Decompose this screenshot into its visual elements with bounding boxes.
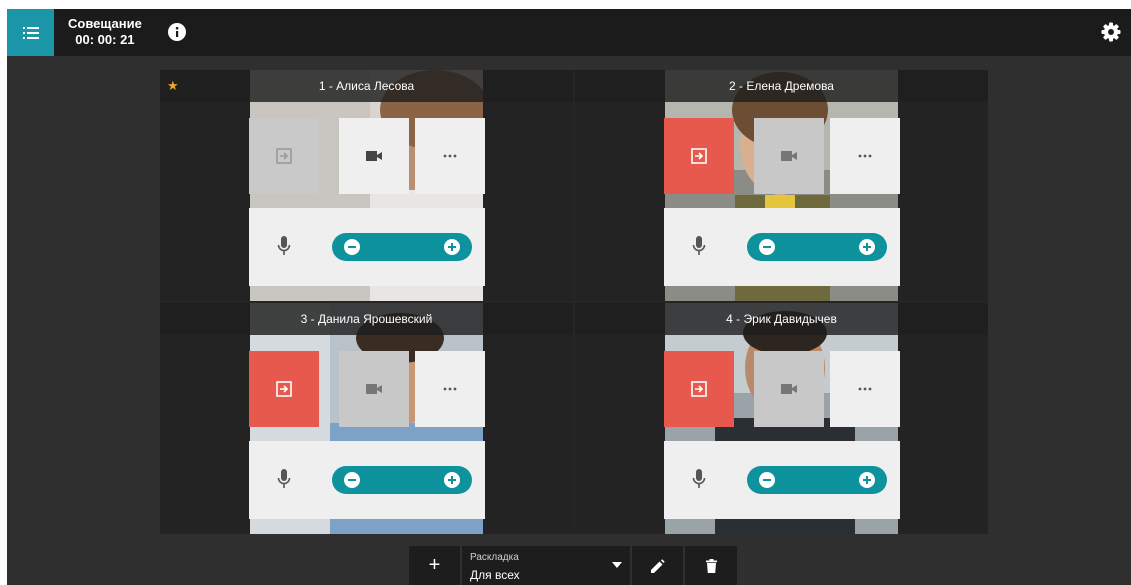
video-camera-icon <box>781 151 797 161</box>
list-menu-icon <box>22 26 39 39</box>
volume-down-icon[interactable] <box>759 472 775 488</box>
layout-select[interactable]: Раскладка Для всех <box>462 546 630 585</box>
exit-icon <box>276 148 292 164</box>
audio-panel <box>249 441 485 519</box>
add-layout-button[interactable]: + <box>409 546 460 585</box>
exit-button[interactable] <box>664 351 734 427</box>
menu-button[interactable] <box>7 9 54 56</box>
volume-up-icon[interactable] <box>859 472 875 488</box>
more-dots-icon <box>443 387 457 391</box>
microphone-icon[interactable] <box>277 469 291 489</box>
audio-panel <box>664 441 900 519</box>
volume-control[interactable] <box>747 233 887 261</box>
participant-name: 3 - Данила Ярошевский <box>300 312 433 326</box>
top-bar: Совещание 00: 00: 21 <box>7 9 1131 56</box>
exit-button[interactable] <box>249 118 319 194</box>
volume-down-icon[interactable] <box>344 472 360 488</box>
exit-icon <box>691 148 707 164</box>
participant-name: 2 - Елена Дремова <box>729 79 834 93</box>
microphone-icon[interactable] <box>692 469 706 489</box>
layout-select-label: Раскладка <box>470 552 519 563</box>
exit-button[interactable] <box>664 118 734 194</box>
chevron-down-icon <box>612 562 622 568</box>
more-dots-icon <box>858 154 872 158</box>
more-options-button[interactable] <box>415 351 485 427</box>
video-camera-icon <box>366 151 382 161</box>
volume-control[interactable] <box>332 466 472 494</box>
participants-grid: 1 - Алиса Лесова ★ 2 - Елена Дремова 3 -… <box>160 70 988 534</box>
volume-down-icon[interactable] <box>344 239 360 255</box>
participant-tile-3[interactable]: 3 - Данила Ярошевский <box>160 303 573 534</box>
delete-layout-button[interactable] <box>685 546 737 585</box>
participant-name-bar: 3 - Данила Ярошевский <box>160 303 573 335</box>
star-icon[interactable]: ★ <box>167 78 179 94</box>
layout-toolbar: + Раскладка Для всех <box>409 546 737 585</box>
video-button[interactable] <box>339 351 409 427</box>
volume-control[interactable] <box>332 233 472 261</box>
more-options-button[interactable] <box>830 351 900 427</box>
participant-name-bar: 4 - Эрик Давидычев <box>575 303 988 335</box>
pencil-icon <box>650 558 665 573</box>
video-button[interactable] <box>339 118 409 194</box>
participant-name: 1 - Алиса Лесова <box>318 79 415 93</box>
settings-icon[interactable] <box>1101 22 1121 42</box>
audio-panel <box>664 208 900 286</box>
participant-tile-1[interactable]: 1 - Алиса Лесова ★ <box>160 70 573 301</box>
exit-icon <box>276 381 292 397</box>
more-dots-icon <box>443 154 457 158</box>
volume-control[interactable] <box>747 466 887 494</box>
exit-icon <box>691 381 707 397</box>
plus-icon: + <box>428 554 441 576</box>
layout-select-value: Для всех <box>470 568 520 582</box>
trash-icon <box>705 558 717 573</box>
video-camera-icon <box>366 384 382 394</box>
volume-down-icon[interactable] <box>759 239 775 255</box>
edit-layout-button[interactable] <box>632 546 683 585</box>
meeting-title: Совещание <box>68 16 142 31</box>
volume-up-icon[interactable] <box>444 239 460 255</box>
info-icon[interactable] <box>168 23 186 41</box>
participant-name: 4 - Эрик Давидычев <box>726 312 837 326</box>
video-camera-icon <box>781 384 797 394</box>
video-button[interactable] <box>754 351 824 427</box>
participant-tile-4[interactable]: 4 - Эрик Давидычев <box>575 303 988 534</box>
microphone-icon[interactable] <box>692 236 706 256</box>
video-button[interactable] <box>754 118 824 194</box>
meeting-app: Совещание 00: 00: 21 1 - Алиса Лесова ★ … <box>7 9 1131 585</box>
participant-tile-2[interactable]: 2 - Елена Дремова <box>575 70 988 301</box>
participant-name-bar: 1 - Алиса Лесова <box>160 70 573 102</box>
more-dots-icon <box>858 387 872 391</box>
meeting-timer: 00: 00: 21 <box>75 32 135 47</box>
audio-panel <box>249 208 485 286</box>
participant-name-bar: 2 - Елена Дремова <box>575 70 988 102</box>
meeting-title-block: Совещание 00: 00: 21 <box>68 16 142 48</box>
volume-up-icon[interactable] <box>859 239 875 255</box>
microphone-icon[interactable] <box>277 236 291 256</box>
volume-up-icon[interactable] <box>444 472 460 488</box>
more-options-button[interactable] <box>415 118 485 194</box>
more-options-button[interactable] <box>830 118 900 194</box>
exit-button[interactable] <box>249 351 319 427</box>
